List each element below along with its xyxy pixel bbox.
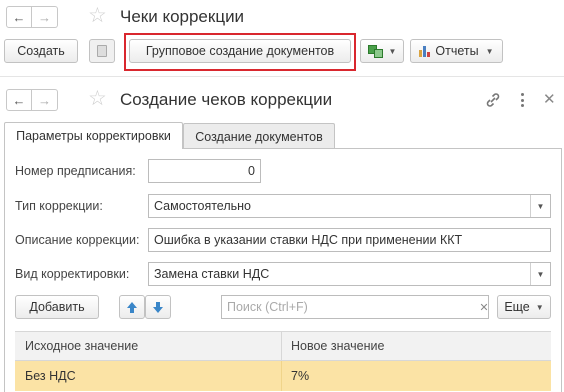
more-button[interactable]: Еще ▼ [497, 295, 551, 319]
documents-structure-icon [367, 44, 384, 58]
chevron-down-icon: ▼ [535, 302, 544, 312]
correction-kind-select[interactable]: Замена ставки НДС ▼ [148, 262, 551, 286]
reports-button[interactable]: Отчеты ▼ [410, 39, 503, 63]
correction-kind-value: Замена ставки НДС [154, 267, 270, 281]
correction-description-field[interactable]: Ошибка в указании ставки НДС при примене… [148, 228, 551, 252]
page-title: Чеки коррекции [120, 7, 245, 26]
column-header-original-value[interactable]: Исходное значение [25, 332, 138, 360]
chevron-down-icon[interactable]: ▼ [530, 195, 550, 217]
tab-create-documents[interactable]: Создание документов [183, 123, 335, 149]
forward-button[interactable]: → [32, 6, 58, 28]
table-cell-original-value[interactable]: Без НДС [25, 361, 76, 391]
move-up-button[interactable] [119, 295, 145, 319]
chevron-down-icon[interactable]: ▼ [530, 263, 550, 285]
link-icon[interactable] [484, 91, 502, 109]
prescription-number-field[interactable]: 0 [148, 159, 261, 183]
close-icon[interactable]: ✕ [543, 90, 556, 108]
arrow-left-icon: ← [12, 92, 26, 108]
tab-panel: Номер предписания: 0 Тип коррекции: Само… [4, 148, 562, 392]
add-button[interactable]: Добавить [15, 295, 99, 319]
correction-kind-label: Вид корректировки: [15, 267, 130, 281]
column-header-new-value[interactable]: Новое значение [291, 332, 384, 360]
table-header: Исходное значение Новое значение [15, 331, 551, 361]
search-placeholder: Поиск (Ctrl+F) [227, 300, 308, 314]
prescription-number-label: Номер предписания: [15, 164, 136, 178]
chevron-down-icon: ▼ [485, 46, 494, 56]
window-divider [0, 76, 564, 77]
correction-type-label: Тип коррекции: [15, 199, 103, 213]
arrow-up-icon [127, 301, 137, 313]
bar-chart-icon [419, 45, 431, 57]
arrow-right-icon: → [38, 9, 51, 25]
arrow-left-icon: ← [12, 9, 26, 25]
table-row[interactable]: Без НДС 7% [15, 361, 551, 391]
arrow-down-icon [153, 301, 163, 313]
correction-type-value: Самостоятельно [154, 199, 252, 213]
favorite-star-icon[interactable]: ☆ [88, 88, 107, 110]
back-button[interactable]: ← [6, 6, 32, 28]
form-title: Создание чеков коррекции [120, 90, 333, 109]
favorite-star-icon[interactable]: ☆ [88, 5, 107, 27]
document-icon [97, 45, 107, 57]
correction-type-select[interactable]: Самостоятельно ▼ [148, 194, 551, 218]
copy-button[interactable] [89, 39, 115, 63]
inner-back-button[interactable]: ← [6, 89, 32, 111]
clear-search-icon[interactable]: ✕ [479, 295, 489, 319]
search-input[interactable]: Поиск (Ctrl+F) [221, 295, 489, 319]
move-down-button[interactable] [145, 295, 171, 319]
tab-correction-parameters[interactable]: Параметры корректировки [4, 122, 183, 149]
more-vertical-icon[interactable] [518, 91, 526, 109]
correction-description-label: Описание коррекции: [15, 233, 140, 247]
reports-label: Отчеты [435, 44, 479, 58]
chevron-down-icon: ▼ [388, 46, 397, 56]
related-documents-button[interactable]: ▼ [360, 39, 404, 63]
inner-forward-button[interactable]: → [32, 89, 58, 111]
group-create-documents-button[interactable]: Групповое создание документов [129, 39, 351, 63]
more-label: Еще [504, 300, 530, 314]
create-button[interactable]: Создать [4, 39, 78, 63]
arrow-right-icon: → [38, 92, 51, 108]
table-cell-new-value[interactable]: 7% [291, 361, 309, 391]
